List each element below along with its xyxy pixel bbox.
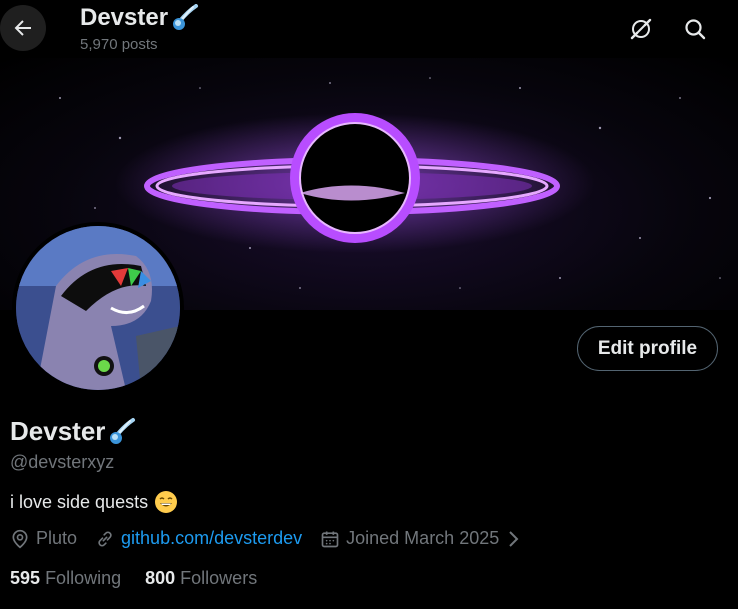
comet-emoji-icon bbox=[110, 417, 136, 444]
profile-name: Devster bbox=[10, 416, 137, 447]
avatar-image bbox=[16, 226, 180, 390]
website: github.com/devsterdev bbox=[95, 528, 302, 549]
joined-text: Joined March 2025 bbox=[346, 528, 500, 548]
joined-date[interactable]: Joined March 2025 bbox=[320, 528, 521, 549]
following-stat[interactable]: 595 Following bbox=[10, 568, 121, 589]
website-link[interactable]: github.com/devsterdev bbox=[121, 528, 302, 549]
edit-profile-button[interactable]: Edit profile bbox=[577, 326, 718, 371]
location-pin-icon bbox=[12, 529, 28, 548]
chevron-right-icon bbox=[509, 530, 519, 547]
profile-handle: @devsterxyz bbox=[10, 452, 115, 472]
header-display-name: Devster bbox=[80, 4, 169, 31]
followers-stat[interactable]: 800 Followers bbox=[145, 568, 257, 589]
header-title-block: Devster 5,970 posts bbox=[80, 4, 200, 53]
grok-icon bbox=[630, 18, 652, 40]
profile-avatar[interactable] bbox=[12, 222, 184, 394]
followers-label: Followers bbox=[180, 568, 258, 588]
grok-button[interactable] bbox=[624, 12, 658, 46]
followers-count: 800 bbox=[145, 568, 176, 588]
profile-display-name: Devster bbox=[10, 416, 106, 446]
search-icon bbox=[685, 19, 706, 40]
location: Pluto bbox=[10, 528, 77, 549]
search-button[interactable] bbox=[678, 12, 712, 46]
grinning-emoji-icon bbox=[155, 491, 178, 513]
following-count: 595 bbox=[10, 568, 41, 588]
follow-stats: 595 Following 800 Followers bbox=[10, 568, 281, 589]
following-label: Following bbox=[45, 568, 122, 588]
calendar-icon bbox=[321, 531, 339, 547]
location-text: Pluto bbox=[36, 528, 78, 548]
post-count: 5,970 posts bbox=[80, 36, 158, 53]
comet-emoji-icon bbox=[173, 4, 199, 30]
header-title: Devster bbox=[80, 4, 200, 32]
bio-text: i love side quests bbox=[10, 491, 149, 512]
back-arrow-icon bbox=[14, 20, 31, 36]
profile-bio: i love side quests bbox=[10, 490, 178, 514]
top-bar: Devster 5,970 posts bbox=[0, 0, 738, 58]
back-button[interactable] bbox=[0, 5, 46, 51]
link-icon bbox=[98, 530, 112, 547]
profile-meta: Pluto github.com/devsterdev Joined March… bbox=[10, 528, 539, 549]
